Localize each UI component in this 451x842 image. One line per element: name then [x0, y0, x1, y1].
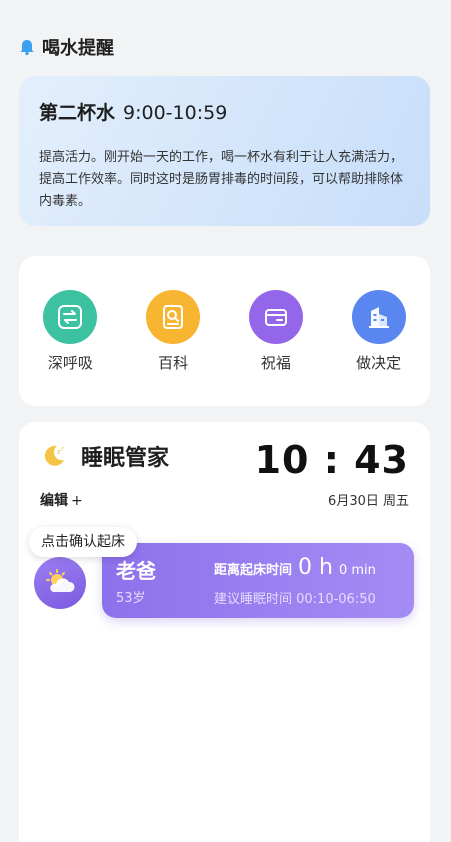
edit-label: 编辑: [40, 493, 68, 509]
page-title: 喝水提醒: [42, 38, 114, 59]
suggested-sleep-time: 建议睡眠时间 00:10-06:50: [214, 592, 376, 607]
swap-icon: [58, 304, 83, 329]
plus-icon: +: [71, 493, 83, 509]
moon-icon: z z: [44, 445, 64, 466]
tool-label: 祝福: [260, 353, 291, 372]
tool-deep-breath-circle: [43, 289, 98, 344]
tool-decision-circle: [351, 289, 406, 344]
tool-blessing-circle: [248, 289, 303, 344]
date-label: 6月30日 周五: [328, 494, 409, 509]
member-card[interactable]: 老爸 53岁 距离起床时间 0 h 0 min 建议睡眠时间 00:10-06:…: [102, 543, 414, 618]
member-name: 老爸: [116, 559, 156, 583]
svg-text:z: z: [61, 446, 64, 452]
building-icon: [368, 306, 389, 328]
tool-decision[interactable]: 做决定: [339, 289, 419, 373]
tools-card: 深呼吸 百科 祝福 做决定: [19, 256, 430, 406]
tip-title-row: 第二杯水 9:00-10:59: [39, 98, 410, 125]
app-header: 喝水提醒: [18, 34, 114, 60]
tip-title: 第二杯水: [39, 102, 116, 124]
tool-deep-breath[interactable]: 深呼吸: [30, 289, 110, 373]
tool-label: 做决定: [356, 353, 402, 372]
sleep-manager-card: z z 睡眠管家 10 : 43 编辑 + 6月30日 周五: [19, 422, 430, 842]
water-tip-card: 第二杯水 9:00-10:59 提高活力。刚开始一天的工作，喝一杯水有利于让人充满…: [19, 76, 430, 226]
sleep-title: 睡眠管家: [81, 446, 170, 471]
tool-blessing[interactable]: 祝福: [236, 289, 316, 373]
member-age: 53岁: [116, 591, 146, 606]
card-icon: [264, 308, 287, 326]
wake-label: 距离起床时间: [214, 563, 293, 578]
wake-countdown: 距离起床时间 0 h 0 min: [214, 555, 376, 580]
wake-minutes: 0 min: [338, 563, 376, 578]
sun-cloud-icon: [46, 569, 75, 592]
confirm-wake-tooltip[interactable]: 点击确认起床: [29, 527, 137, 557]
tool-label: 深呼吸: [47, 353, 93, 372]
tool-encyclopedia-circle: [146, 289, 201, 344]
tip-time: 9:00-10:59: [123, 102, 228, 124]
weather-avatar[interactable]: [34, 557, 86, 609]
book-search-icon: [163, 304, 184, 329]
tip-body: 提高活力。刚开始一天的工作，喝一杯水有利于让人充满活力，提高工作效率。同时这时是…: [39, 150, 404, 209]
tool-label: 百科: [158, 353, 189, 372]
tool-encyclopedia[interactable]: 百科: [133, 289, 213, 373]
sleep-header: z z 睡眠管家: [41, 440, 169, 472]
wake-hours: 0 h: [298, 555, 333, 580]
edit-button[interactable]: 编辑 +: [40, 490, 83, 510]
clock-time: 10 : 43: [254, 438, 409, 482]
bell-icon: [20, 40, 34, 56]
